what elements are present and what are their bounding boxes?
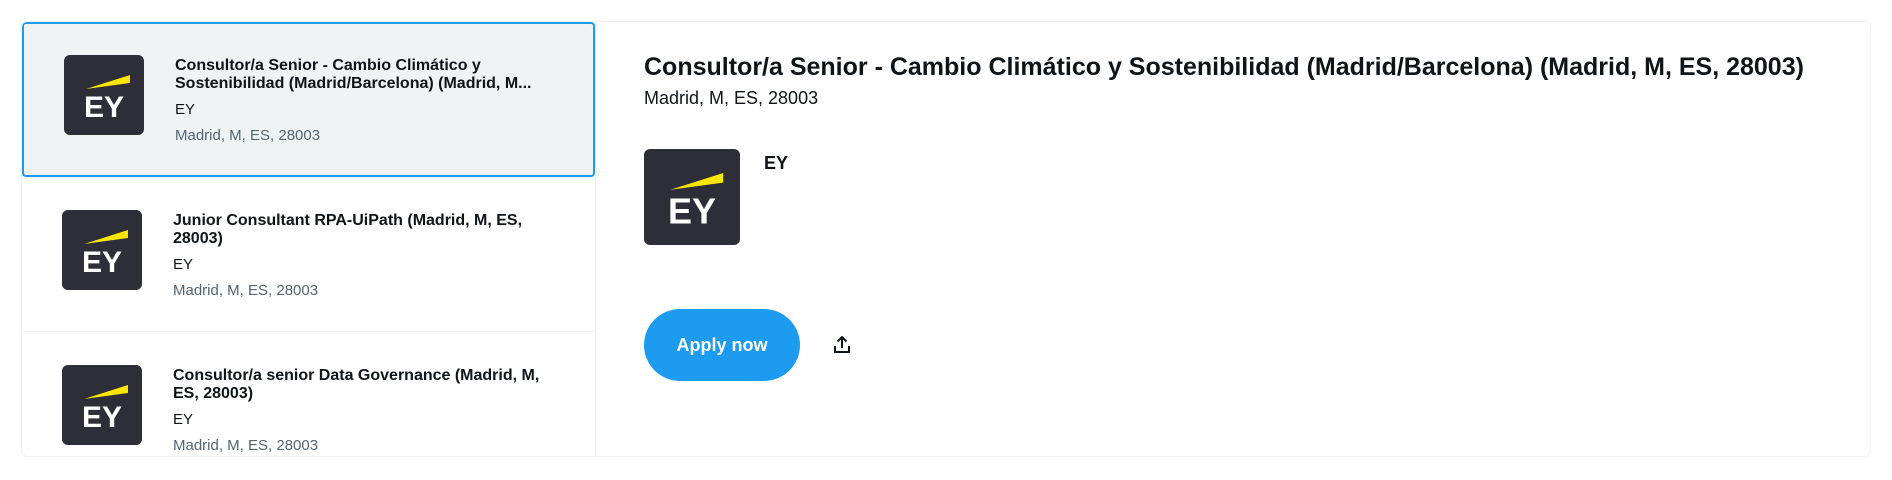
job-detail-location: Madrid, M, ES, 28003 [644,88,819,108]
company-logo: EY [62,365,142,445]
job-card[interactable]: EY Consultor/a Senior - Cambio Climático… [22,22,595,177]
job-card[interactable]: EY Junior Consultant RPA-UiPath (Madrid,… [22,177,595,332]
jobs-panel: EY Consultor/a Senior - Cambio Climático… [21,21,1871,457]
job-location: Madrid, M, ES, 28003 [173,437,319,454]
job-detail-title: Consultor/a Senior - Cambio Climático y … [644,53,1804,81]
logo-text: EY [84,91,124,124]
logo-text: EY [82,246,122,279]
job-company: EY [175,101,196,118]
ey-logo-icon: EY [668,173,724,231]
job-list: EY Consultor/a Senior - Cambio Climático… [22,22,596,456]
job-company: EY [173,256,194,273]
job-title[interactable]: Consultor/a senior Data Governance (Madr… [173,367,561,403]
job-title[interactable]: Consultor/a Senior - Cambio Climático y … [175,57,563,93]
company-logo: EY [64,55,144,135]
ey-logo-icon: EY [82,385,128,434]
company-row: EY EY [644,149,1820,245]
ey-logo-icon: EY [84,75,130,124]
logo-text: EY [668,190,716,231]
company-logo: EY [62,210,142,290]
job-card[interactable]: EY Consultor/a senior Data Governance (M… [22,332,595,456]
job-detail: Consultor/a Senior - Cambio Climático y … [596,22,1870,456]
job-location: Madrid, M, ES, 28003 [175,127,321,144]
company-name[interactable]: EY [764,153,788,245]
job-location: Madrid, M, ES, 28003 [173,282,319,299]
job-title[interactable]: Junior Consultant RPA-UiPath (Madrid, M,… [173,212,561,248]
company-logo[interactable]: EY [644,149,740,245]
job-actions: Apply now [644,309,1820,381]
apply-now-button[interactable]: Apply now [644,309,800,381]
logo-text: EY [82,401,122,434]
share-icon [834,336,850,353]
ey-logo-icon: EY [82,230,128,279]
share-button[interactable] [824,327,860,363]
job-company: EY [173,411,194,428]
